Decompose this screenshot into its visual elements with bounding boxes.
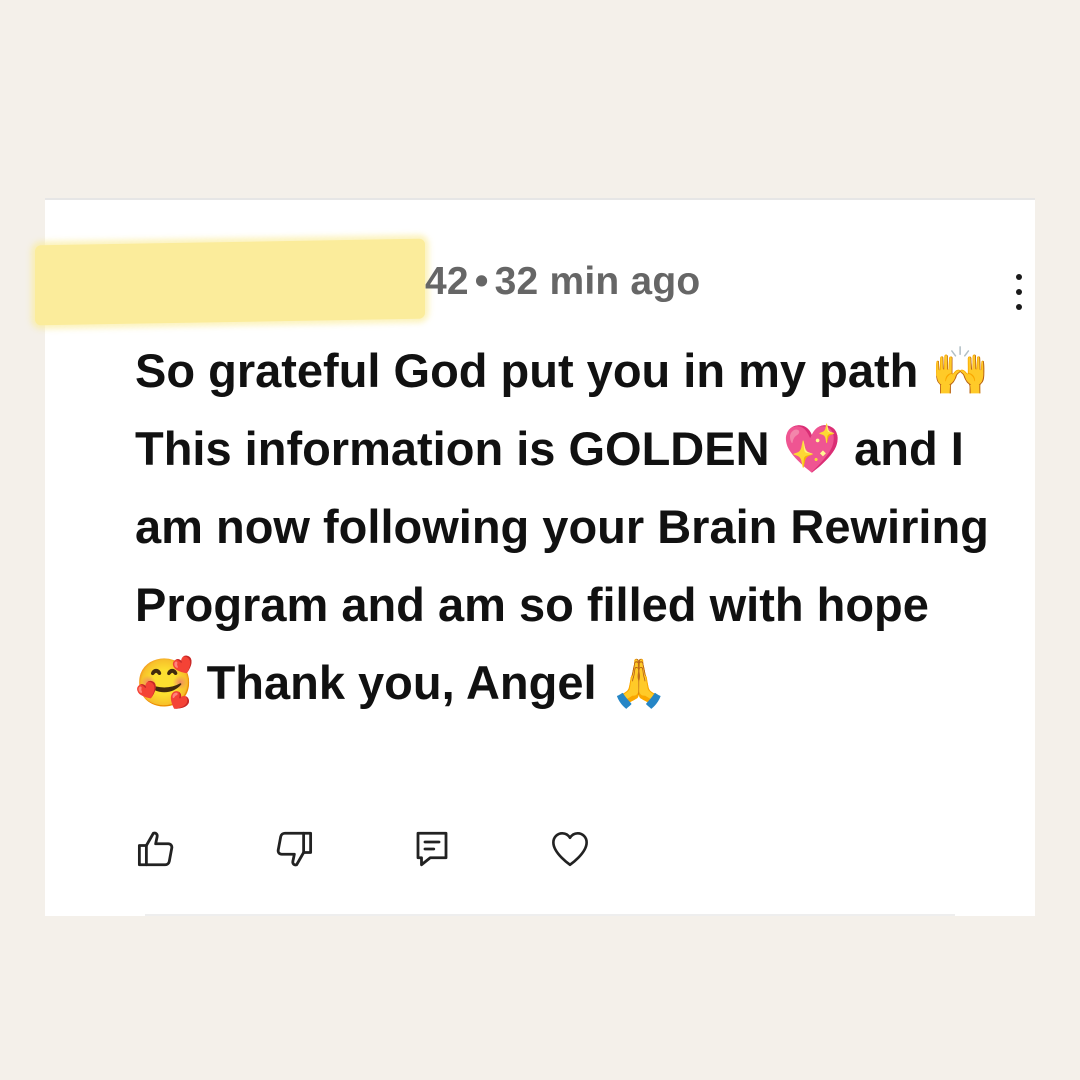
reply-button[interactable]: [411, 828, 453, 870]
heart-button[interactable]: [549, 828, 591, 870]
redacted-username: [35, 238, 425, 326]
card-divider: [145, 914, 955, 916]
more-vertical-icon[interactable]: [1013, 274, 1025, 310]
comment-timestamp: 32 min ago: [494, 260, 701, 303]
comment-text: So grateful God put you in my path 🙌 Thi…: [135, 344, 990, 709]
reply-comment-icon: [416, 831, 448, 867]
dislike-button[interactable]: [273, 828, 315, 870]
meta-separator: •: [474, 260, 489, 303]
menu-dot: [1016, 274, 1022, 280]
comment-card: 42 • 32 min ago So grateful God put you in…: [35, 198, 1035, 916]
thumbs-down-icon: [276, 831, 313, 867]
heart-icon: [552, 831, 588, 867]
author-handle-suffix[interactable]: 42: [425, 260, 469, 303]
like-button[interactable]: [135, 828, 177, 870]
menu-dot: [1016, 289, 1022, 295]
comment-actions: [135, 828, 687, 870]
thumbs-up-icon: [137, 831, 174, 867]
menu-dot: [1016, 304, 1022, 310]
comment-meta: 42 • 32 min ago: [425, 260, 700, 304]
